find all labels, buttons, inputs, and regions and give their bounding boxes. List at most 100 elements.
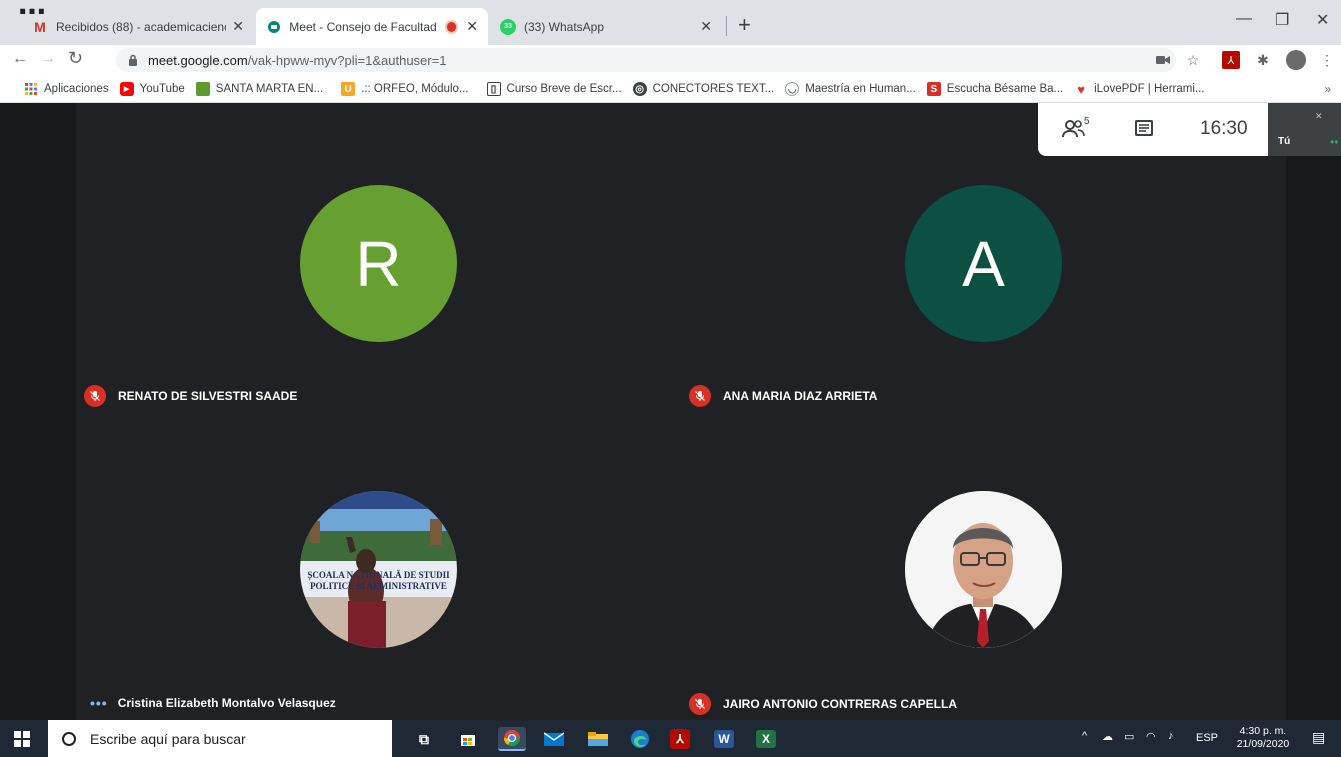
bookmark-youtube[interactable]: ▶ YouTube xyxy=(119,82,185,96)
tab-whatsapp[interactable]: 33 (33) WhatsApp ✕ xyxy=(490,8,722,45)
volume-icon[interactable]: ♪ xyxy=(1168,730,1174,742)
tab-title: Recibidos (88) - academicaciencias xyxy=(56,19,226,34)
participants-button[interactable]: 5 xyxy=(1062,116,1090,139)
battery-icon[interactable]: ▭ xyxy=(1124,730,1134,743)
more-bookmarks-chevron-icon[interactable]: » xyxy=(1324,82,1331,96)
acrobat-extension-icon[interactable]: ⅄ xyxy=(1222,51,1240,69)
bookmark-santa-marta[interactable]: SANTA MARTA EN... xyxy=(195,82,324,96)
close-tab-icon[interactable]: ✕ xyxy=(232,18,244,35)
sign-line: POLITICE ȘI ADMINISTRATIVE xyxy=(310,581,447,591)
participant-photo xyxy=(905,491,1062,648)
participant-name-row: ••• Cristina Elizabeth Montalvo Velasque… xyxy=(90,695,336,711)
participant-tile[interactable]: JAIRO ANTONIO CONTRERAS CAPELLA xyxy=(681,411,1286,720)
meeting-clock: 16:30 xyxy=(1200,118,1248,139)
notification-icon[interactable]: ▤ xyxy=(1312,729,1325,746)
store-icon[interactable] xyxy=(456,727,480,751)
browser-toolbar: ← → ↻ meet.google.com/vak-hpww-myv?pli=1… xyxy=(0,45,1341,76)
speaking-dots-icon: •• xyxy=(1330,135,1339,149)
music-icon: S xyxy=(926,82,941,96)
camera-icon[interactable] xyxy=(1154,51,1172,69)
mic-off-icon xyxy=(689,693,711,715)
bookmark-label: Aplicaciones xyxy=(44,83,109,95)
bookmark-maestria[interactable]: ◡ Maestría en Human... xyxy=(785,82,916,96)
taskbar-search-box[interactable]: Escribe aquí para buscar xyxy=(48,720,392,757)
orfeo-icon: U xyxy=(341,82,356,96)
browser-tab-strip: M Recibidos (88) - academicaciencias ✕ M… xyxy=(0,0,1341,45)
tray-chevron-icon[interactable]: ^ xyxy=(1082,730,1087,742)
participant-name-row: ANA MARIA DIAZ ARRIETA xyxy=(689,385,877,407)
word-icon[interactable]: W xyxy=(714,730,734,748)
bookmark-escucha[interactable]: S Escucha Bésame Ba... xyxy=(926,82,1063,96)
chat-icon xyxy=(1135,120,1153,136)
back-arrow-icon[interactable]: ← xyxy=(12,50,28,68)
tab-gmail[interactable]: M Recibidos (88) - academicaciencias ✕ xyxy=(22,8,254,45)
windows-taskbar: Escribe aquí para buscar ⧉ ⅄ W X ^ ☁ ▭ ◠… xyxy=(0,720,1341,757)
meet-icon xyxy=(266,19,281,35)
extensions-puzzle-icon[interactable]: ✱ xyxy=(1254,51,1272,69)
participant-name: ANA MARIA DIAZ ARRIETA xyxy=(723,389,878,403)
forward-arrow-icon[interactable]: → xyxy=(40,50,56,68)
participant-name: Cristina Elizabeth Montalvo Velasquez xyxy=(117,696,336,710)
bookmark-ilovepdf[interactable]: ♥ iLovePDF | Herrami... xyxy=(1074,82,1204,97)
reload-icon[interactable]: ↻ xyxy=(68,48,83,69)
onedrive-icon[interactable]: ☁ xyxy=(1102,730,1113,743)
language-indicator[interactable]: ESP xyxy=(1196,732,1218,744)
file-explorer-icon[interactable] xyxy=(586,727,610,751)
tab-meet[interactable]: Meet - Consejo de Facultad ✕ xyxy=(256,8,488,45)
avatar: A xyxy=(905,185,1062,342)
search-icon xyxy=(62,731,76,746)
search-placeholder: Escribe aquí para buscar xyxy=(90,730,246,747)
participant-tile[interactable]: R RENATO DE SILVESTRI SAADE xyxy=(76,103,681,411)
minimize-button[interactable]: — xyxy=(1236,10,1252,28)
meet-info-panel: 5 16:30 xyxy=(1038,103,1268,156)
menu-kebab-icon[interactable]: ⋮ xyxy=(1318,51,1336,69)
bookmark-curso-breve[interactable]: ▯ Curso Breve de Escr... xyxy=(486,82,622,96)
tab-title: (33) WhatsApp xyxy=(524,19,605,34)
participant-name: RENATO DE SILVESTRI SAADE xyxy=(118,389,298,403)
clock-time: 4:30 p. m. xyxy=(1239,725,1287,737)
participant-photo: ȘCOALA NAȚIONALĂ DE STUDII POLITICE ȘI A… xyxy=(300,491,457,648)
wifi-icon[interactable]: ◠ xyxy=(1146,730,1156,743)
participant-name-row: RENATO DE SILVESTRI SAADE xyxy=(84,385,297,407)
bookmark-orfeo[interactable]: U .:: ORFEO, Módulo... xyxy=(341,82,469,96)
restore-button[interactable]: ❐ xyxy=(1275,10,1289,30)
participant-name-row: JAIRO ANTONIO CONTRERAS CAPELLA xyxy=(689,693,957,715)
acrobat-icon[interactable]: ⅄ xyxy=(670,729,690,749)
windows-start-icon[interactable] xyxy=(14,731,30,747)
close-tab-icon[interactable]: ✕ xyxy=(466,18,478,35)
system-clock[interactable]: 4:30 p. m. 21/09/2020 xyxy=(1232,725,1294,751)
recording-icon xyxy=(446,21,457,32)
mic-off-icon xyxy=(84,385,106,407)
edge-icon[interactable] xyxy=(628,727,652,751)
youtube-icon: ▶ xyxy=(119,82,134,96)
address-bar[interactable]: meet.google.com/vak-hpww-myv?pli=1&authu… xyxy=(116,48,1176,72)
bookmarks-bar: Aplicaciones ▶ YouTube SANTA MARTA EN...… xyxy=(0,76,1341,103)
new-tab-button[interactable]: + xyxy=(738,12,751,38)
participant-tile[interactable]: ȘCOALA NAȚIONALĂ DE STUDII POLITICE ȘI A… xyxy=(76,411,681,720)
tab-separator xyxy=(726,16,727,36)
bookmark-label: Maestría en Human... xyxy=(805,83,916,95)
task-view-icon[interactable]: ⧉ xyxy=(412,727,436,751)
close-window-button[interactable]: ✕ xyxy=(1316,10,1329,30)
meet-stage: R RENATO DE SILVESTRI SAADE A ANA MARIA … xyxy=(0,103,1341,720)
bookmark-aplicaciones[interactable]: Aplicaciones xyxy=(24,82,109,96)
mic-off-icon: ✕ xyxy=(1315,111,1323,121)
star-icon[interactable]: ☆ xyxy=(1184,51,1202,69)
self-view-tile[interactable]: ✕ Tú •• xyxy=(1268,103,1341,156)
profile-avatar-icon[interactable] xyxy=(1286,50,1306,70)
bookmark-label: SANTA MARTA EN... xyxy=(215,83,324,95)
speaking-dots-icon: ••• xyxy=(90,695,108,711)
self-label: Tú xyxy=(1278,136,1291,147)
people-icon xyxy=(1062,120,1085,138)
mail-icon[interactable] xyxy=(542,727,566,751)
globe-icon: ◎ xyxy=(632,82,647,96)
chat-button[interactable] xyxy=(1134,119,1154,139)
lock-icon xyxy=(128,54,138,66)
tab-title: Meet - Consejo de Facultad xyxy=(289,19,437,34)
ilovepdf-icon: ♥ xyxy=(1074,82,1089,97)
close-tab-icon[interactable]: ✕ xyxy=(700,18,712,35)
excel-icon[interactable]: X xyxy=(756,730,776,748)
bookmark-conectores[interactable]: ◎ CONECTORES TEXT... xyxy=(632,82,774,96)
sign-line: ȘCOALA NAȚIONALĂ DE STUDII xyxy=(307,570,450,580)
chrome-icon[interactable] xyxy=(498,727,526,751)
